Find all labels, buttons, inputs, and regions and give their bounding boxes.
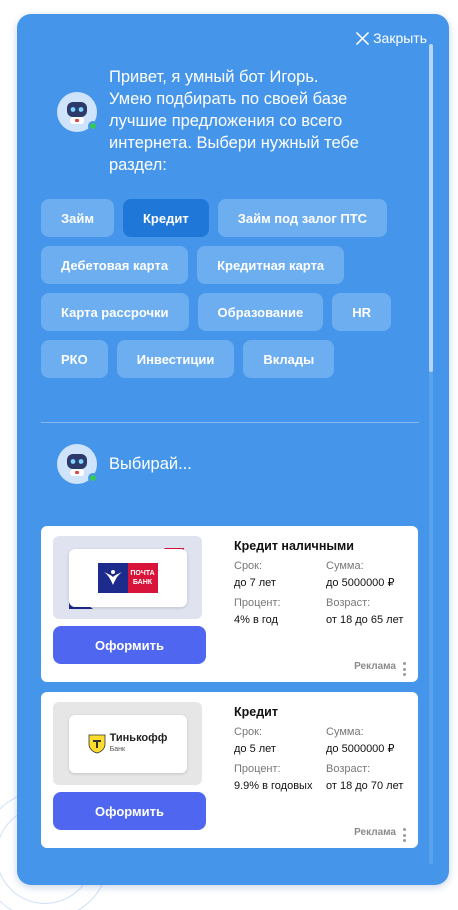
more-options-icon[interactable] xyxy=(403,828,407,842)
category-chip[interactable]: Карта рассрочки xyxy=(41,293,189,331)
pochta-bank-logo: ПОЧТА БАНК xyxy=(68,548,187,607)
term-label: Срок: xyxy=(234,560,263,572)
chip-row: Карта рассрочки Образование HR xyxy=(41,293,421,331)
term-label: Срок: xyxy=(234,726,263,738)
category-chip[interactable]: HR xyxy=(332,293,392,331)
bot-avatar xyxy=(57,92,98,132)
amount-field: Сумма: до 5000000 ₽ xyxy=(326,725,394,756)
term-field: Срок: до 5 лет xyxy=(234,725,276,756)
more-options-icon[interactable] xyxy=(403,662,407,676)
logo-text: Банк xyxy=(109,745,126,753)
term-value: до 5 лет xyxy=(234,743,276,755)
age-field: Возраст: от 18 до 70 лет xyxy=(326,762,403,793)
bot-pick-message: Выбирай... xyxy=(57,444,192,484)
offer-image: ПОЧТА БАНК xyxy=(53,536,202,619)
divider xyxy=(41,422,419,423)
rate-value: 4% в год xyxy=(234,614,278,626)
robot-icon xyxy=(67,102,87,124)
chip-row: Займ Кредит Займ под залог ПТС xyxy=(41,199,421,237)
term-value: до 7 лет xyxy=(234,577,276,589)
bot-avatar xyxy=(57,444,98,484)
category-chip[interactable]: Образование xyxy=(197,293,324,331)
age-value: от 18 до 65 лет xyxy=(326,614,404,626)
rate-field: Процент: 9.9% в годовых xyxy=(234,762,312,793)
ad-label: Реклама xyxy=(354,661,396,672)
category-chip[interactable]: Займ под залог ПТС xyxy=(217,199,388,237)
age-label: Возраст: xyxy=(326,763,371,775)
robot-icon xyxy=(67,454,87,476)
close-icon xyxy=(356,31,369,45)
logo-text: БАНК xyxy=(132,578,153,586)
amount-value: до 5000000 ₽ xyxy=(326,743,395,755)
apply-button[interactable]: Оформить xyxy=(53,792,206,830)
category-chips: Займ Кредит Займ под залог ПТС Дебетовая ка… xyxy=(41,199,421,387)
tinkoff-wordmark: Тинькофф Банк xyxy=(109,731,168,755)
offer-card: Тинькофф Банк Оформить Кредит Срок: до 5… xyxy=(41,692,418,848)
pochta-bank-wordmark: ПОЧТА БАНК xyxy=(127,562,158,593)
category-chip[interactable]: Вклады xyxy=(243,340,335,378)
close-button[interactable]: Закрыть xyxy=(356,30,427,46)
chip-row: Дебетовая карта Кредитная карта xyxy=(41,246,421,284)
offer-image: Тинькофф Банк xyxy=(53,702,202,785)
pick-prompt-text: Выбирай... xyxy=(109,455,192,473)
offer-title: Кредит xyxy=(234,705,278,719)
age-label: Возраст: xyxy=(326,597,371,609)
category-chip[interactable]: Кредит xyxy=(122,199,209,237)
term-field: Срок: до 7 лет xyxy=(234,559,276,590)
scrollbar[interactable] xyxy=(429,44,433,864)
greeting-text: Привет, я умный бот Игорь. Умею подбират… xyxy=(109,68,359,174)
online-status-dot xyxy=(88,121,98,131)
logo-text: ПОЧТА xyxy=(130,569,155,577)
category-chip[interactable]: Инвестиции xyxy=(116,340,235,378)
tinkoff-bank-logo: Тинькофф Банк xyxy=(68,714,187,773)
amount-value: до 5000000 ₽ xyxy=(326,577,395,589)
tinkoff-emblem-icon xyxy=(88,734,105,753)
rate-value: 9.9% в годовых xyxy=(234,780,313,792)
ad-label: Реклама xyxy=(354,827,396,838)
category-chip[interactable]: Кредитная карта xyxy=(197,246,345,284)
offer-title: Кредит наличными xyxy=(234,539,354,553)
category-chip[interactable]: Дебетовая карта xyxy=(41,246,189,284)
age-field: Возраст: от 18 до 65 лет xyxy=(326,596,403,627)
amount-label: Сумма: xyxy=(326,726,364,738)
chat-widget-panel: Закрыть Привет, я умный бот Игорь. Умею … xyxy=(17,14,449,885)
category-chip[interactable]: РКО xyxy=(41,340,108,378)
scrollbar-thumb[interactable] xyxy=(429,44,433,372)
logo-text: Тинькофф xyxy=(109,731,168,744)
bot-greeting-message: Привет, я умный бот Игорь. Умею подбират… xyxy=(57,66,359,176)
rate-label: Процент: xyxy=(234,597,281,609)
category-chip[interactable]: Займ xyxy=(41,199,114,237)
rate-field: Процент: 4% в год xyxy=(234,596,281,627)
pochta-bank-emblem-icon xyxy=(97,562,128,593)
age-value: от 18 до 70 лет xyxy=(326,780,404,792)
rate-label: Процент: xyxy=(234,763,281,775)
apply-button[interactable]: Оформить xyxy=(53,626,206,664)
online-status-dot xyxy=(88,473,98,483)
amount-field: Сумма: до 5000000 ₽ xyxy=(326,559,394,590)
amount-label: Сумма: xyxy=(326,560,364,572)
offer-card: ПОЧТА БАНК Оформить Кредит наличными Сро… xyxy=(41,526,418,682)
chip-row: РКО Инвестиции Вклады xyxy=(41,340,421,378)
close-label: Закрыть xyxy=(373,30,427,46)
